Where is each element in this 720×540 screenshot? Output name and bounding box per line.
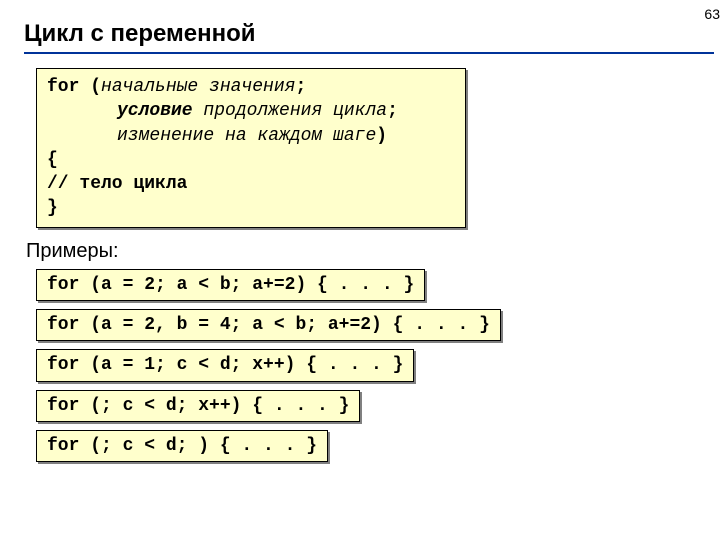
page-title: Цикл с переменной <box>24 20 720 48</box>
part-cond-bold: условие <box>117 101 193 121</box>
example-2: for (a = 2, b = 4; a < b; a+=2) { . . . … <box>36 309 501 341</box>
part-step: изменение на каждом шаге <box>117 126 376 146</box>
example-5: for (; c < d; ) { . . . } <box>36 430 328 462</box>
body-comment: // тело цикла <box>47 172 455 196</box>
brace-close: } <box>47 196 455 220</box>
sep-1: ; <box>295 77 306 97</box>
examples-list: for (a = 2; a < b; a+=2) { . . . } for (… <box>24 269 720 462</box>
syntax-line-2: условие продолжения цикла; <box>47 99 455 123</box>
example-4: for (; c < d; x++) { . . . } <box>36 390 360 422</box>
close-paren: ) <box>376 126 387 146</box>
example-3: for (a = 1; c < d; x++) { . . . } <box>36 349 414 381</box>
syntax-block: for (начальные значения; условие продолж… <box>36 68 466 228</box>
syntax-line-1: for (начальные значения; <box>47 75 455 99</box>
part-init: начальные значения <box>101 77 295 97</box>
syntax-line-3: изменение на каждом шаге) <box>47 124 455 148</box>
brace-open: { <box>47 148 455 172</box>
open-paren: ( <box>79 77 101 97</box>
for-keyword: for <box>47 77 79 97</box>
title-underline <box>24 52 714 54</box>
sep-2: ; <box>387 101 398 121</box>
examples-label: Примеры: <box>26 240 720 263</box>
page-number: 63 <box>704 6 720 22</box>
example-1: for (a = 2; a < b; a+=2) { . . . } <box>36 269 425 301</box>
part-cond-rest: продолжения цикла <box>193 101 387 121</box>
